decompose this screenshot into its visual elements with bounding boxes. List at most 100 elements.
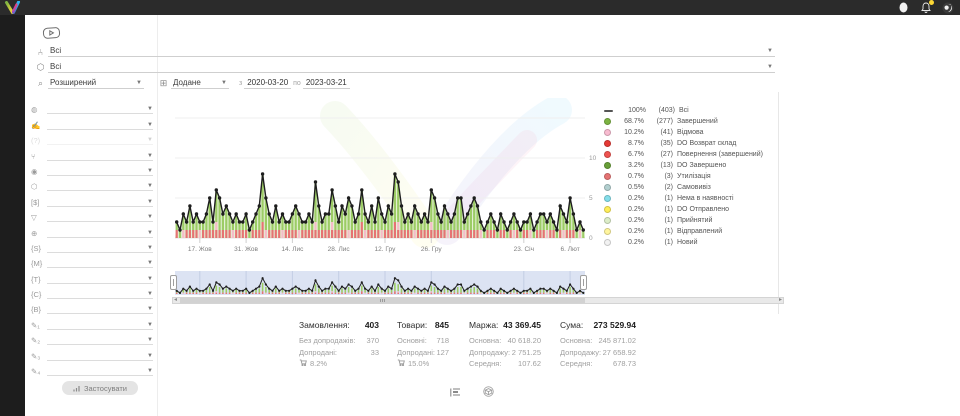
chart-point bbox=[188, 204, 191, 207]
legend-item[interactable]: 100%(403)Всі bbox=[604, 105, 763, 116]
chart-bar-segment bbox=[314, 222, 316, 230]
scroll-right-icon[interactable]: ▸ bbox=[779, 297, 782, 304]
scroll-left-icon[interactable]: ◂ bbox=[174, 297, 177, 304]
chart-point bbox=[446, 212, 449, 215]
chart-point bbox=[354, 220, 357, 223]
chart-point bbox=[218, 196, 221, 199]
legend-item[interactable]: 0.2%(1)Новий bbox=[604, 237, 763, 248]
stat-sub-label: Середня: bbox=[469, 359, 501, 368]
scrollbar-thumb[interactable] bbox=[180, 298, 585, 303]
product-select[interactable]: Всі ▼ bbox=[48, 60, 775, 73]
brush-handle-left[interactable] bbox=[170, 275, 177, 290]
date-to-input[interactable]: 2023-03-21 bbox=[303, 76, 350, 89]
chevron-down-icon: ▼ bbox=[147, 336, 153, 344]
filter-source-select[interactable]: ▼ bbox=[47, 103, 153, 114]
chart-bar-segment bbox=[397, 230, 399, 238]
legend-item[interactable]: 8.7%(35)DO Возврат склад bbox=[604, 138, 763, 149]
chart-point bbox=[291, 212, 294, 215]
stat-sub-value: 370 bbox=[366, 336, 379, 345]
chart-point bbox=[499, 212, 502, 215]
legend-dot-swatch bbox=[604, 140, 611, 147]
filter-structure-select[interactable]: ▼ bbox=[47, 150, 153, 161]
filter-param-b-select[interactable]: ▼ bbox=[47, 303, 153, 314]
chart-bar-segment bbox=[328, 214, 330, 230]
chevron-down-icon: ▼ bbox=[147, 290, 153, 298]
chart-bar-segment bbox=[238, 230, 240, 238]
date-from-value: 2020-03-20 bbox=[247, 78, 288, 87]
chart-point bbox=[430, 188, 433, 191]
chart-point bbox=[416, 212, 419, 215]
filter-param-t-select[interactable]: ▼ bbox=[47, 273, 153, 284]
legend-item[interactable]: 0.2%(1)DO Отправлено bbox=[604, 204, 763, 215]
filter-funnel-select[interactable]: ▼ bbox=[47, 211, 153, 222]
apply-button[interactable]: Застосувати bbox=[62, 381, 138, 395]
legend-item[interactable]: 0.5%(2)Самовивіз bbox=[604, 182, 763, 193]
legend-item[interactable]: 6.7%(27)Повернення (завершений) bbox=[604, 149, 763, 160]
stat-column: Товари:845Основні:718Допродані:12715.0% bbox=[397, 320, 449, 370]
legend-item[interactable]: 0.2%(1)Нема в наявності bbox=[604, 193, 763, 204]
filter-unknown-select[interactable]: ▼ bbox=[47, 134, 153, 145]
date-to-value: 2023-03-21 bbox=[306, 78, 347, 87]
legend-item[interactable]: 3.2%(13)DO Завершено bbox=[604, 160, 763, 171]
video-tutorial-icon[interactable] bbox=[42, 26, 61, 45]
legend-item[interactable]: 68.7%(277)Завершений bbox=[604, 116, 763, 127]
legend-dot-swatch bbox=[604, 151, 611, 158]
search-mode-select[interactable]: Розширений ▼ bbox=[48, 76, 144, 89]
chart-bar-segment bbox=[205, 230, 207, 238]
chart-bar-segment bbox=[562, 230, 564, 238]
x-tick-label: 26. Гру bbox=[421, 246, 442, 253]
filter-custom-3-select[interactable]: ▼ bbox=[47, 350, 153, 361]
chart-point bbox=[235, 212, 238, 215]
filter-structure-icon: ⑂ bbox=[29, 152, 47, 161]
chart-point bbox=[244, 212, 247, 215]
stat-subrow: Середня:678.73 bbox=[560, 358, 636, 370]
legend-label: Нема в наявності bbox=[677, 195, 734, 202]
bell-icon[interactable] bbox=[919, 1, 932, 14]
chart-bar-segment bbox=[308, 230, 310, 238]
app-logo[interactable] bbox=[4, 1, 21, 19]
chart-scrollbar[interactable]: ◂ ▸ bbox=[172, 297, 784, 304]
filter-unknown-icon: (?) bbox=[29, 136, 47, 145]
chart-bar-segment bbox=[222, 230, 224, 238]
filter-param-m-select[interactable]: ▼ bbox=[47, 257, 153, 268]
chart-bar-segment bbox=[450, 230, 452, 238]
filter-person-select[interactable]: ▼ bbox=[47, 165, 153, 176]
topbar bbox=[0, 0, 960, 15]
chart-point bbox=[373, 220, 376, 223]
filter-custom-2-select[interactable]: ▼ bbox=[47, 334, 153, 345]
date-from-input[interactable]: 2020-03-20 bbox=[244, 76, 291, 89]
stat-subrow: Допродані:127 bbox=[397, 347, 449, 359]
chart-bar-segment bbox=[371, 230, 373, 238]
date-field-select[interactable]: Додане ▼ bbox=[171, 76, 229, 89]
list-view-icon[interactable] bbox=[450, 384, 461, 395]
chart-bar-segment bbox=[460, 230, 462, 238]
filter-param-s-select[interactable]: ▼ bbox=[47, 242, 153, 253]
stat-sub-label: Допродажу: bbox=[469, 348, 510, 357]
apply-button-label: Застосувати bbox=[84, 384, 127, 393]
legend-item[interactable]: 0.2%(1)Прийнятий bbox=[604, 215, 763, 226]
category-select[interactable]: Всі ▼ bbox=[48, 44, 775, 57]
chart-point bbox=[393, 172, 396, 175]
brush-chart[interactable] bbox=[175, 271, 585, 295]
filter-custom-1-select[interactable]: ▼ bbox=[47, 319, 153, 330]
chart-bar-segment bbox=[209, 230, 211, 238]
filter-custom-4-select[interactable]: ▼ bbox=[47, 365, 153, 376]
legend-item[interactable]: 0.7%(3)Утилізація bbox=[604, 171, 763, 182]
legend-item[interactable]: 0.2%(1)Відправлений bbox=[604, 226, 763, 237]
profile-icon[interactable] bbox=[897, 1, 910, 14]
main-chart[interactable] bbox=[175, 98, 587, 248]
chart-bar-segment bbox=[546, 230, 548, 238]
chart-bar-segment bbox=[305, 230, 307, 238]
chart-bar-segment bbox=[219, 230, 221, 238]
chart-bar-segment bbox=[536, 230, 538, 238]
filter-payment-select[interactable]: ▼ bbox=[47, 196, 153, 207]
filter-param-c-select[interactable]: ▼ bbox=[47, 288, 153, 299]
help-icon[interactable] bbox=[941, 1, 954, 14]
filter-signature-select[interactable]: ▼ bbox=[47, 119, 153, 130]
products-view-icon[interactable] bbox=[483, 384, 494, 395]
brush-handle-right[interactable] bbox=[580, 275, 587, 290]
filter-package-select[interactable]: ▼ bbox=[47, 180, 153, 191]
legend-item[interactable]: 10.2%(41)Відмова bbox=[604, 127, 763, 138]
chart-point bbox=[314, 180, 317, 183]
filter-globe-select[interactable]: ▼ bbox=[47, 227, 153, 238]
